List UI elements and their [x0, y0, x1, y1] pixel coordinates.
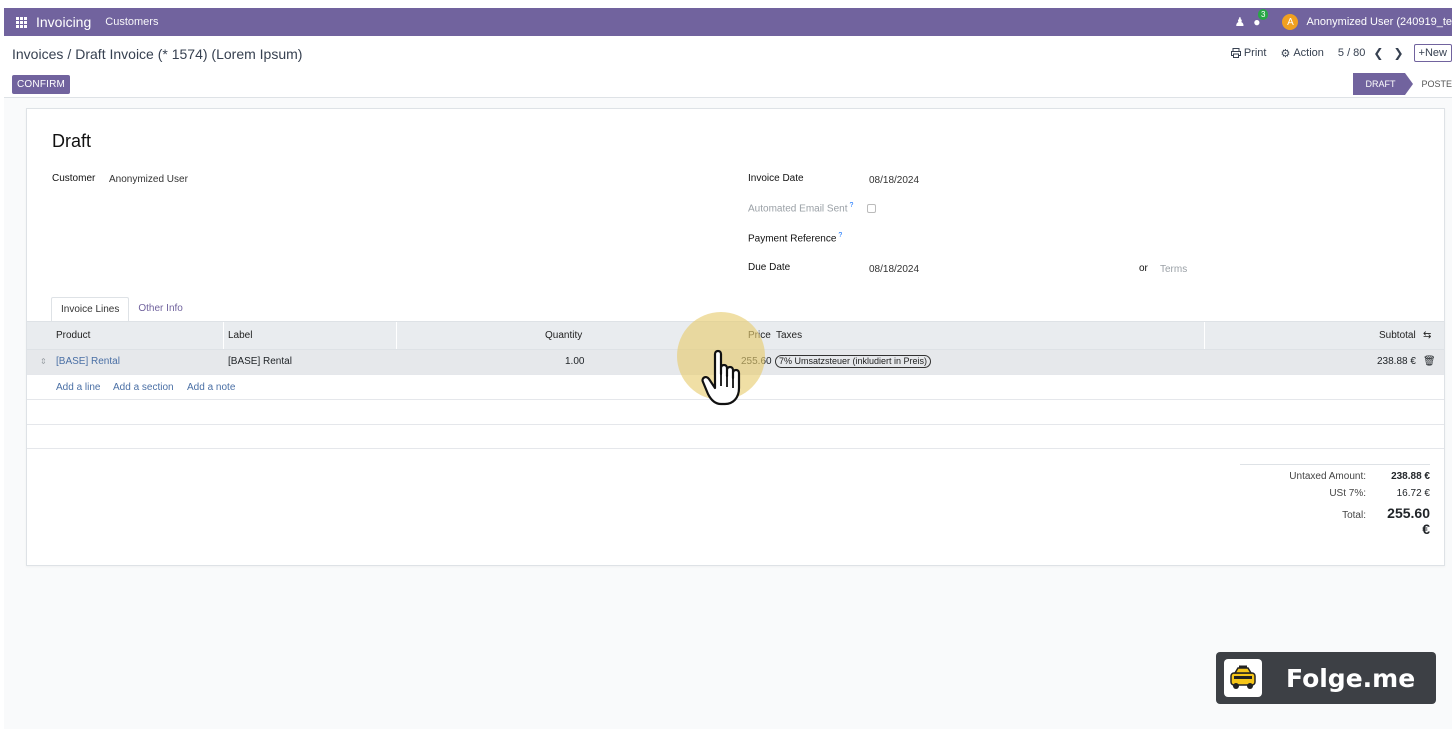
total-label: Total: [1342, 510, 1366, 521]
untaxed-amount-value: 238.88 € [1391, 471, 1430, 482]
breadcrumb-separator: / [67, 46, 72, 62]
column-subtotal[interactable]: Subtotal [1379, 330, 1416, 341]
print-icon [1230, 48, 1241, 58]
gear-icon: ⚙ [1280, 47, 1291, 60]
column-quantity[interactable]: Quantity [545, 330, 582, 341]
breadcrumb-invoices[interactable]: Invoices [12, 46, 63, 62]
add-section-link[interactable]: Add a section [113, 382, 174, 393]
auto-email-label: Automated Email Sent? [748, 202, 854, 215]
pager-value[interactable]: 5 / 80 [1338, 47, 1366, 59]
tax-label: USt 7%: [1329, 488, 1366, 499]
due-date-label: Due Date [748, 262, 791, 273]
cell-label[interactable]: [BASE] Rental [228, 356, 292, 367]
print-button[interactable]: Print [1230, 47, 1267, 59]
control-panel: Invoices / Draft Invoice (* 1574) (Lorem I… [4, 36, 1452, 98]
invoice-date-label: Invoice Date [748, 173, 804, 184]
breadcrumb: Invoices / Draft Invoice (* 1574) (Lorem I… [12, 46, 302, 62]
trash-icon[interactable]: 🗑 [1423, 356, 1436, 367]
or-label: or [1139, 263, 1148, 274]
app-name[interactable]: Invoicing [36, 14, 91, 30]
tab-invoice-lines[interactable]: Invoice Lines [51, 297, 130, 322]
due-date-field[interactable]: 08/18/2024 [869, 264, 919, 275]
navbar-systray: ♟ ● 3 A Anonymized User (240919_te [1234, 8, 1452, 36]
column-divider [396, 322, 397, 350]
untaxed-amount-row: Untaxed Amount: 238.88 € [1240, 471, 1430, 488]
status-bar: DRAFT POSTE [1353, 73, 1452, 95]
app-frame: Invoicing Customers ♟ ● 3 A Anonymized Us… [4, 8, 1452, 729]
customer-label: Customer [52, 173, 96, 184]
top-navbar: Invoicing Customers ♟ ● 3 A Anonymized Us… [4, 8, 1452, 36]
user-menu[interactable]: Anonymized User (240919_te [1306, 16, 1452, 28]
breadcrumb-current: Draft Invoice (* 1574) (Lorem Ipsum) [75, 46, 303, 62]
column-label[interactable]: Label [228, 330, 252, 341]
chevron-left-icon[interactable]: ❮ [1373, 46, 1383, 60]
add-note-link[interactable]: Add a note [187, 382, 235, 393]
column-divider [223, 322, 224, 350]
totals-summary: Untaxed Amount: 238.88 € USt 7%: 16.72 €… [1240, 464, 1430, 537]
column-taxes[interactable]: Taxes [776, 330, 802, 341]
column-product[interactable]: Product [56, 330, 90, 341]
stage-draft[interactable]: DRAFT [1353, 73, 1414, 95]
chat-badge: 3 [1258, 9, 1269, 20]
payment-reference-label: Payment Reference? [748, 232, 843, 245]
apps-menu-icon[interactable] [8, 8, 34, 36]
notebook-tabs: Invoice Lines Other Info [51, 297, 192, 322]
help-icon[interactable]: ? [838, 232, 842, 239]
page-title: Draft [52, 131, 92, 151]
chevron-right-icon[interactable]: ❯ [1393, 46, 1403, 60]
cell-product[interactable]: [BASE] Rental [56, 356, 120, 367]
record-actions: Print ⚙ Action 5 / 80 ❮ ❯ +New [1230, 44, 1452, 62]
cell-taxes[interactable]: 7% Umsatzsteuer (inkludiert in Preis) [775, 355, 932, 368]
cell-quantity[interactable]: 1.00 [565, 356, 584, 367]
chat-icon[interactable]: ● 3 [1253, 9, 1269, 29]
untaxed-amount-label: Untaxed Amount: [1289, 471, 1366, 482]
total-value: 255.60 € [1387, 505, 1430, 537]
folge-watermark: Folge.me [1216, 652, 1436, 704]
new-label: New [1424, 47, 1447, 59]
print-label: Print [1243, 47, 1267, 59]
avatar[interactable]: A [1282, 14, 1299, 30]
tax-row: USt 7%: 16.72 € [1240, 488, 1430, 505]
drag-handle-icon[interactable]: ⇕ [40, 357, 47, 366]
auto-email-checkbox[interactable] [867, 204, 876, 213]
taxi-logo-icon [1224, 659, 1262, 697]
action-label: Action [1293, 47, 1324, 59]
help-icon[interactable]: ? [850, 202, 854, 209]
menu-customers[interactable]: Customers [105, 16, 158, 28]
action-button[interactable]: ⚙ Action [1280, 47, 1323, 60]
optional-columns-icon[interactable]: ⇆ [1423, 330, 1431, 341]
total-row: Total: 255.60 € [1240, 505, 1430, 537]
add-line-link[interactable]: Add a line [56, 382, 100, 393]
column-divider [1204, 322, 1205, 350]
hand-cursor-icon [701, 349, 741, 406]
payment-terms-field[interactable]: Terms [1160, 264, 1187, 275]
customer-field[interactable]: Anonymized User [109, 174, 188, 185]
confirm-button[interactable]: CONFIRM [12, 75, 71, 94]
tax-value: 16.72 € [1396, 488, 1430, 499]
invoice-date-field[interactable]: 08/18/2024 [869, 175, 919, 186]
new-button[interactable]: +New [1413, 44, 1452, 62]
tax-tag[interactable]: 7% Umsatzsteuer (inkludiert in Preis) [775, 355, 932, 368]
watermark-text: Folge.me [1286, 663, 1416, 693]
cell-subtotal: 238.88 € [1377, 356, 1416, 367]
empty-row [27, 424, 1444, 449]
tab-other-info[interactable]: Other Info [129, 297, 191, 322]
activity-icon[interactable]: ♟ [1234, 15, 1245, 29]
